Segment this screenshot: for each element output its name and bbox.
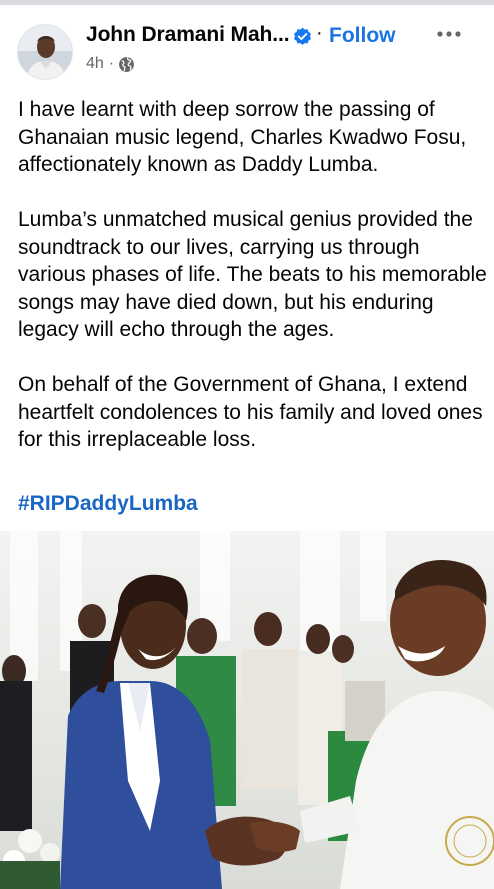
text-line: heartfelt condolences to his family and … xyxy=(18,400,483,424)
meta-separator: · xyxy=(108,55,115,72)
text-line: songs may have died down, but his enduri… xyxy=(18,290,434,314)
post-meta: 4h · xyxy=(86,55,135,73)
author-name[interactable]: John Dramani Mah... xyxy=(86,23,290,47)
text-line: legacy will echo through the ages. xyxy=(18,318,335,341)
follow-button[interactable]: Follow xyxy=(329,24,396,48)
post-text: I have learnt with deep sorrow the passi… xyxy=(18,96,494,454)
post-photo[interactable] xyxy=(0,531,494,889)
verified-badge-icon xyxy=(293,27,312,46)
text-line: various phases of life. The beats to his… xyxy=(18,263,487,286)
globe-icon xyxy=(118,56,135,73)
text-line: On behalf of the Government of Ghana, I … xyxy=(18,373,468,396)
more-options-icon[interactable] xyxy=(435,26,467,42)
text-line: I have learnt with deep sorrow the passi… xyxy=(18,98,435,121)
hashtag-link[interactable]: #RIPDaddyLumba xyxy=(18,492,198,516)
text-line: affectionately known as Daddy Lumba. xyxy=(18,153,379,176)
post-time[interactable]: 4h xyxy=(86,55,104,73)
author-avatar[interactable] xyxy=(17,24,73,80)
text-line: for this irreplaceable loss. xyxy=(18,428,257,451)
text-line: soundtrack to our lives, carrying us thr… xyxy=(18,235,420,259)
post-header: John Dramani Mah... · Follow 4h · xyxy=(0,5,494,85)
header-separator: · xyxy=(316,22,323,44)
text-line: Ghanaian music legend, Charles Kwadwo Fo… xyxy=(18,125,467,149)
text-line: Lumba’s unmatched musical genius provide… xyxy=(18,208,473,231)
